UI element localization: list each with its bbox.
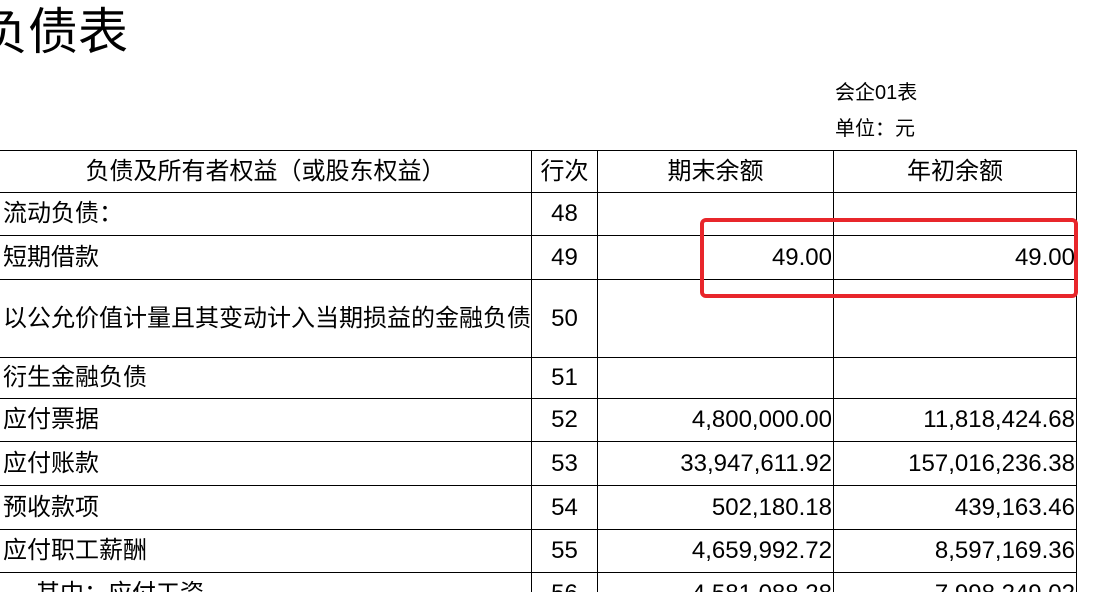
item-cell[interactable]: 应付职工薪酬 xyxy=(0,529,532,573)
table-row: 应付职工薪酬 55 4,659,992.72 8,597,169.36 xyxy=(0,529,1077,573)
opening-balance-cell[interactable]: 49.00 xyxy=(833,235,1077,280)
opening-balance-cell[interactable] xyxy=(833,357,1077,399)
line-number-cell[interactable]: 48 xyxy=(531,192,598,236)
line-number-cell[interactable]: 51 xyxy=(531,357,598,399)
form-code: 会企01表 xyxy=(835,82,918,104)
opening-balance-cell[interactable]: 7,998,249.02 xyxy=(833,572,1077,592)
header-item[interactable]: 负债及所有者权益（或股东权益） xyxy=(0,150,532,193)
item-cell[interactable]: 短期借款 xyxy=(0,235,532,280)
table-row: 以公允价值计量且其变动计入当期损益的金融负债 50 xyxy=(0,279,1077,358)
opening-balance-cell[interactable] xyxy=(833,279,1077,358)
ending-balance-cell[interactable]: 502,180.18 xyxy=(597,485,834,530)
ending-balance-text: 4,581,088.28 xyxy=(599,573,832,592)
table-row: 应付票据 52 4,800,000.00 11,818,424.68 xyxy=(0,398,1077,442)
table-row: 其中：应付工资 56 4,581,088.28 7,998,249.02 xyxy=(0,572,1077,592)
sheet-title: 负债表 xyxy=(0,4,128,60)
line-number-cell[interactable]: 53 xyxy=(531,441,598,486)
ending-balance-cell[interactable]: 4,581,088.28 xyxy=(597,572,834,592)
ending-balance-cell[interactable] xyxy=(597,357,834,399)
line-number-cell[interactable]: 52 xyxy=(531,398,598,442)
ending-balance-cell[interactable]: 33,947,611.92 xyxy=(597,441,834,486)
table-row: 应付账款 53 33,947,611.92 157,016,236.38 xyxy=(0,441,1077,486)
item-text: 其中：应付工资 xyxy=(3,573,531,592)
item-cell[interactable]: 流动负债： xyxy=(0,192,532,236)
table-header-row: 负债及所有者权益（或股东权益） 行次 期末余额 年初余额 xyxy=(0,150,1077,193)
opening-balance-cell[interactable]: 8,597,169.36 xyxy=(833,529,1077,573)
item-cell[interactable]: 应付账款 xyxy=(0,441,532,486)
line-number-cell[interactable]: 55 xyxy=(531,529,598,573)
item-cell[interactable]: 应付票据 xyxy=(0,398,532,442)
line-number-cell[interactable]: 56 xyxy=(531,572,598,592)
item-cell[interactable]: 衍生金融负债 xyxy=(0,357,532,399)
table-row: 衍生金融负债 51 xyxy=(0,357,1077,399)
table-row: 预收款项 54 502,180.18 439,163.46 xyxy=(0,485,1077,530)
item-cell[interactable]: 预收款项 xyxy=(0,485,532,530)
ending-balance-cell[interactable] xyxy=(597,192,834,236)
ending-balance-cell[interactable]: 4,659,992.72 xyxy=(597,529,834,573)
opening-balance-cell[interactable]: 11,818,424.68 xyxy=(833,398,1077,442)
header-line-number[interactable]: 行次 xyxy=(531,150,598,193)
liabilities-table: 负债及所有者权益（或股东权益） 行次 期末余额 年初余额 流动负债： 48 短期… xyxy=(0,150,1077,592)
ending-balance-cell[interactable]: 4,800,000.00 xyxy=(597,398,834,442)
opening-balance-text: 7,998,249.02 xyxy=(835,573,1075,592)
line-number-cell[interactable]: 49 xyxy=(531,235,598,280)
line-number-text: 56 xyxy=(533,573,597,592)
header-opening-balance[interactable]: 年初余额 xyxy=(833,150,1077,193)
opening-balance-cell[interactable]: 157,016,236.38 xyxy=(833,441,1077,486)
currency-unit: 单位：元 xyxy=(835,118,915,140)
item-cell[interactable]: 其中：应付工资 xyxy=(0,572,532,592)
line-number-cell[interactable]: 54 xyxy=(531,485,598,530)
line-number-cell[interactable]: 50 xyxy=(531,279,598,358)
table-row: 流动负债： 48 xyxy=(0,192,1077,236)
header-ending-balance[interactable]: 期末余额 xyxy=(597,150,834,193)
item-cell[interactable]: 以公允价值计量且其变动计入当期损益的金融负债 xyxy=(0,279,532,358)
table-row: 短期借款 49 49.00 49.00 xyxy=(0,235,1077,280)
ending-balance-cell[interactable]: 49.00 xyxy=(597,235,834,280)
ending-balance-cell[interactable] xyxy=(597,279,834,358)
opening-balance-cell[interactable]: 439,163.46 xyxy=(833,485,1077,530)
opening-balance-cell[interactable] xyxy=(833,192,1077,236)
